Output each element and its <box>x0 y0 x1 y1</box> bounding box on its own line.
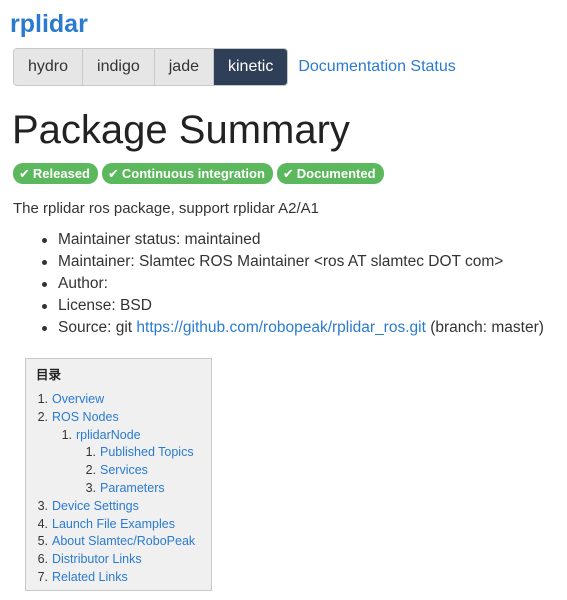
toc-item: 1. rplidarNode <box>36 427 201 445</box>
source-prefix: Source: git <box>58 319 137 336</box>
maintainer: Maintainer: Slamtec ROS Maintainer <ros … <box>42 251 544 273</box>
badge-label: Released <box>32 166 90 181</box>
toc-item: 7. Related Links <box>36 569 201 587</box>
distro-button-group: hydro indigo jade kinetic <box>13 47 289 86</box>
toc-link-services[interactable]: Services <box>100 463 148 477</box>
package-description: The rplidar ros package, support rplidar… <box>13 200 319 217</box>
toc-item: 1. Overview <box>36 391 201 409</box>
maintainer-status: Maintainer status: maintained <box>42 229 544 251</box>
toc-link-rplidarnode[interactable]: rplidarNode <box>76 428 141 442</box>
toc-link-related-links[interactable]: Related Links <box>52 570 128 584</box>
distro-button-hydro[interactable]: hydro <box>14 48 84 85</box>
released-badge[interactable]: ✔ Released <box>13 163 98 184</box>
author: Author: <box>42 273 544 295</box>
toc-item: 5. About Slamtec/RoboPeak <box>36 533 201 551</box>
toc-number: 3. <box>37 498 48 513</box>
toc-number: 4. <box>37 516 48 531</box>
toc-number: 1. <box>61 427 72 442</box>
toc-link-overview[interactable]: Overview <box>52 392 104 406</box>
badge-label: Continuous integration <box>121 166 265 181</box>
toc-number: 2. <box>85 463 96 478</box>
badge-label: Documented <box>296 166 376 181</box>
toc-number: 2. <box>37 409 48 424</box>
distro-button-indigo[interactable]: indigo <box>83 48 155 85</box>
documentation-status-link[interactable]: Documentation Status <box>298 58 455 76</box>
toc-link-parameters[interactable]: Parameters <box>100 481 165 495</box>
toc-item: 2. Services <box>36 462 201 480</box>
check-icon: ✔ <box>108 165 119 181</box>
toc-item: 3. Parameters <box>36 480 201 498</box>
toc-list: 1. Overview 2. ROS Nodes 1. rplidarNode 1. P… <box>36 391 201 587</box>
toc-number: 3. <box>85 480 96 495</box>
toc-item: 2. ROS Nodes <box>36 409 201 427</box>
toc-link-device-settings[interactable]: Device Settings <box>52 499 139 513</box>
continuous-integration-badge[interactable]: ✔ Continuous integration <box>102 163 273 184</box>
check-icon: ✔ <box>19 165 30 181</box>
toc-number: 5. <box>37 534 48 549</box>
distro-button-kinetic[interactable]: kinetic <box>213 48 288 85</box>
toc-link-ros-nodes[interactable]: ROS Nodes <box>52 410 119 424</box>
license: License: BSD <box>42 295 544 317</box>
status-badges: ✔ Released ✔ Continuous integration ✔ Do… <box>13 163 384 184</box>
source-branch: (branch: master) <box>425 319 544 336</box>
toc-number: 7. <box>37 569 48 584</box>
distro-button-jade[interactable]: jade <box>154 48 214 85</box>
toc-link-launch-file-examples[interactable]: Launch File Examples <box>52 517 175 531</box>
distro-selector: hydro indigo jade kinetic Documentation … <box>13 47 456 86</box>
documented-badge[interactable]: ✔ Documented <box>276 163 384 184</box>
page-title: Package Summary <box>12 108 350 152</box>
toc-number: 1. <box>85 445 96 460</box>
toc-title: 目录 <box>36 368 62 382</box>
source: Source: git https://github.com/robopeak/… <box>42 317 544 339</box>
toc-item: 3. Device Settings <box>36 498 201 516</box>
source-repo-link[interactable]: https://github.com/robopeak/rplidar_ros.… <box>136 319 426 336</box>
package-title[interactable]: rplidar <box>10 8 88 40</box>
toc-link-distributor-links[interactable]: Distributor Links <box>52 552 142 566</box>
toc-number: 1. <box>37 392 48 406</box>
toc-item: 4. Launch File Examples <box>36 516 201 534</box>
toc-item: 6. Distributor Links <box>36 551 201 569</box>
package-info-list: Maintainer status: maintained Maintainer… <box>42 229 544 339</box>
toc-link-about-slamtec[interactable]: About Slamtec/RoboPeak <box>52 534 195 548</box>
toc-link-published-topics[interactable]: Published Topics <box>100 445 194 459</box>
table-of-contents: 目录 1. Overview 2. ROS Nodes 1. rplidarNode … <box>25 358 212 591</box>
toc-item: 1. Published Topics <box>36 444 201 462</box>
check-icon: ✔ <box>282 165 294 181</box>
toc-number: 6. <box>37 552 48 567</box>
